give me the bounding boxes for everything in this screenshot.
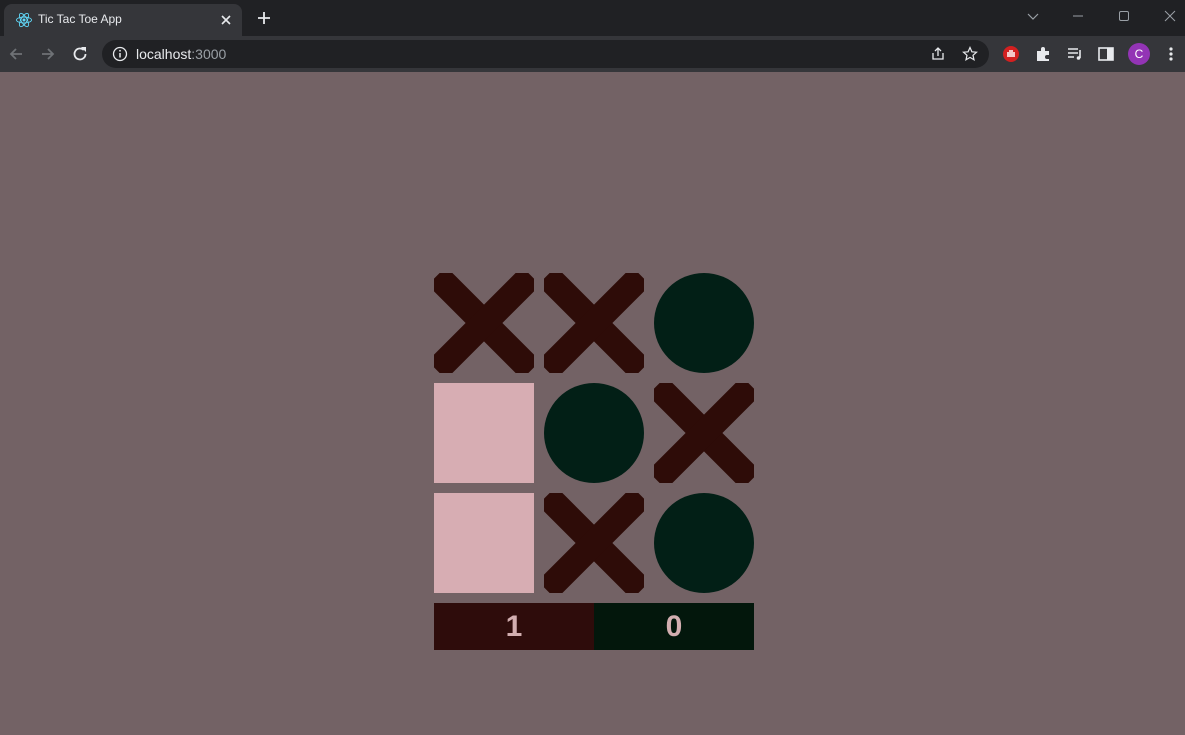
x-mark-icon xyxy=(544,493,644,593)
game-board xyxy=(434,273,754,593)
board-cell[interactable] xyxy=(434,383,534,483)
x-score: 1 xyxy=(434,603,594,650)
x-mark-icon xyxy=(654,383,754,483)
close-icon[interactable] xyxy=(218,12,234,28)
scoreboard: 1 0 xyxy=(434,603,754,650)
reload-icon[interactable] xyxy=(68,42,92,66)
media-queue-icon[interactable] xyxy=(1066,45,1084,63)
browser-tab[interactable]: Tic Tac Toe App xyxy=(4,4,242,36)
new-tab-icon[interactable] xyxy=(254,8,274,28)
address-bar[interactable]: localhost:3000 xyxy=(102,40,989,68)
url-port: :3000 xyxy=(191,46,227,62)
board-cell xyxy=(654,383,754,483)
profile-avatar[interactable]: C xyxy=(1128,43,1150,65)
x-mark-icon xyxy=(544,273,644,373)
menu-kebab-icon[interactable] xyxy=(1162,45,1180,63)
window-close-icon[interactable] xyxy=(1147,0,1185,32)
side-panel-icon[interactable] xyxy=(1097,45,1115,63)
x-mark-icon xyxy=(434,273,534,373)
o-mark-icon xyxy=(654,493,754,593)
maximize-icon[interactable] xyxy=(1101,0,1147,32)
url-host: localhost xyxy=(136,46,192,62)
back-icon[interactable] xyxy=(4,42,28,66)
browser-toolbar: localhost:3000 C xyxy=(0,36,1185,72)
tab-search-icon[interactable] xyxy=(1010,0,1056,32)
board-cell xyxy=(544,273,644,373)
react-icon xyxy=(16,12,32,28)
star-icon[interactable] xyxy=(962,46,978,62)
board-cell[interactable] xyxy=(434,493,534,593)
url-text[interactable]: localhost:3000 xyxy=(136,46,226,62)
forward-icon[interactable] xyxy=(36,42,60,66)
share-icon[interactable] xyxy=(930,46,946,62)
o-score: 0 xyxy=(594,603,754,650)
board-cell xyxy=(544,493,644,593)
board-cell xyxy=(654,273,754,373)
extensions-puzzle-icon[interactable] xyxy=(1034,45,1052,63)
o-mark-icon xyxy=(654,273,754,373)
info-icon[interactable] xyxy=(112,46,128,62)
board-cell xyxy=(654,493,754,593)
board-cell xyxy=(434,273,534,373)
o-mark-icon xyxy=(544,383,644,483)
tab-title: Tic Tac Toe App xyxy=(38,12,122,26)
tab-strip: Tic Tac Toe App xyxy=(0,0,1185,36)
minimize-icon[interactable] xyxy=(1055,0,1101,32)
extension-stop-icon[interactable] xyxy=(1002,45,1020,63)
board-cell xyxy=(544,383,644,483)
